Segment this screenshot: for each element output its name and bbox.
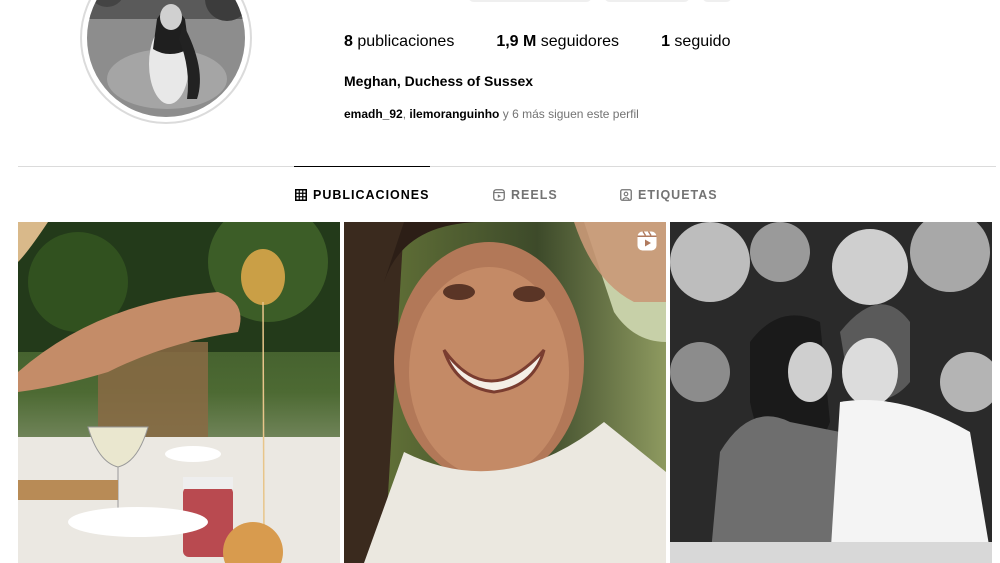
tab-posts-label: PUBLICACIONES [313,188,430,202]
edit-profile-button[interactable] [468,0,592,2]
following-label: seguido [674,33,731,50]
following-stat[interactable]: 1 seguido [661,32,730,52]
tab-reels-label: REELS [511,188,558,202]
following-count: 1 [661,33,670,50]
followers-label: seguidores [540,33,620,50]
reel-icon [637,231,657,251]
view-archive-button[interactable] [604,0,690,2]
profile-action-buttons [468,0,732,2]
grid-icon [295,189,307,201]
post-thumbnail[interactable] [344,222,666,563]
followers-count: 1,9 M [496,33,537,50]
post-image-couple-kiss [670,222,992,563]
profile-avatar-ring[interactable] [80,0,252,124]
followed-by[interactable]: emadh_92, ilemoranguinho y 6 más siguen … [344,106,639,122]
post-thumbnail[interactable] [18,222,340,563]
tagged-icon [620,189,632,201]
followed-by-user-1[interactable]: emadh_92 [344,107,403,121]
tab-reels[interactable]: REELS [493,186,558,204]
posts-stat: 8 publicaciones [344,32,454,52]
posts-grid [18,222,992,563]
followed-by-user-2[interactable]: ilemoranguinho [409,107,499,121]
active-tab-indicator [294,166,430,167]
avatar [87,0,245,117]
post-image-honey-table [18,222,340,563]
profile-stats: 8 publicaciones 1,9 M seguidores 1 segui… [344,32,772,52]
posts-label: publicaciones [357,33,455,50]
profile-full-name: Meghan, Duchess of Sussex [344,73,534,89]
followers-stat[interactable]: 1,9 M seguidores [496,32,619,52]
tab-tagged[interactable]: ETIQUETAS [620,186,718,204]
post-thumbnail[interactable] [670,222,992,563]
reels-icon [493,189,505,201]
followed-by-rest: y 6 más siguen este perfil [502,107,639,121]
followed-by-separator: , [402,107,407,121]
posts-count: 8 [344,33,353,50]
reel-badge [636,230,658,257]
options-button[interactable] [702,0,732,2]
tabs-divider [18,166,996,167]
post-image-selfie [344,222,666,563]
tab-posts[interactable]: PUBLICACIONES [295,186,429,204]
avatar-photo [87,0,245,117]
tab-tagged-label: ETIQUETAS [638,188,718,202]
